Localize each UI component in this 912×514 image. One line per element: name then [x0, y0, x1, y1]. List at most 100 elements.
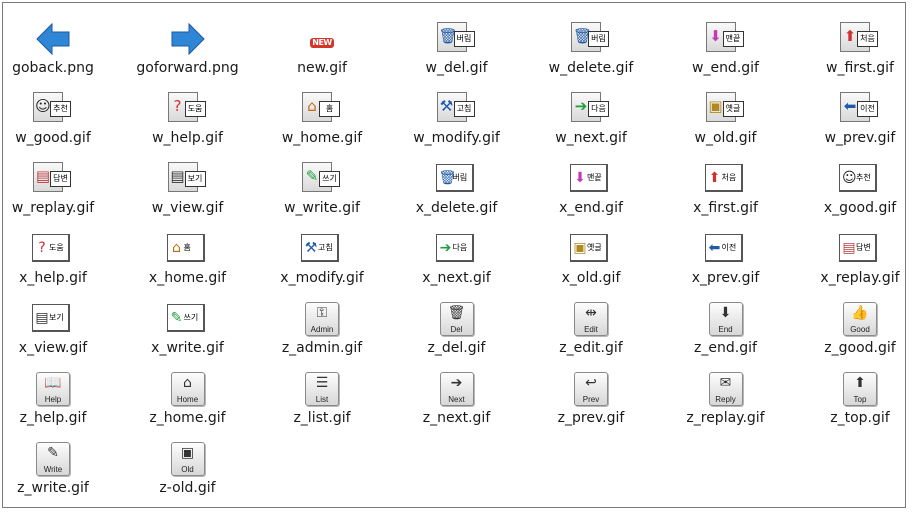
file-name-label: new.gif — [297, 60, 347, 76]
file-item[interactable]: 👍 Good z_good.gif — [795, 300, 912, 370]
question-icon: ? 도움 — [164, 90, 212, 128]
file-name-label: x_first.gif — [693, 200, 758, 216]
file-item[interactable]: ▤ 답변 x_replay.gif — [795, 230, 912, 300]
file-item[interactable]: ⬇ 맨끝 w_end.gif — [661, 20, 791, 90]
file-name-label: z_next.gif — [422, 410, 491, 426]
document-icon: ▤ 보기 — [164, 160, 212, 198]
arrow-up-icon: ⬆ 처음 — [836, 20, 884, 58]
file-name-label: z_top.gif — [830, 410, 890, 426]
file-name-label: z-old.gif — [159, 480, 216, 496]
file-item[interactable]: ✉ Reply z_replay.gif — [661, 370, 791, 440]
file-name-label: x_old.gif — [561, 270, 621, 286]
file-item[interactable]: ▣ Old z-old.gif — [123, 440, 253, 510]
file-item[interactable]: ⚒ 고침 x_modify.gif — [257, 230, 387, 300]
arrow-left-icon: ⬅ 이전 — [836, 90, 884, 128]
file-item[interactable]: ⚒ 고침 w_modify.gif — [392, 90, 522, 160]
file-name-label: w_delete.gif — [548, 60, 634, 76]
file-item[interactable]: ⬆ 처음 w_first.gif — [795, 20, 912, 90]
file-item[interactable]: ⬅ 이전 w_prev.gif — [795, 90, 912, 160]
file-item[interactable]: NEW new.gif — [257, 20, 387, 90]
file-item[interactable]: ➔ 다음 x_next.gif — [392, 230, 522, 300]
file-item[interactable]: ☺ 추천 x_good.gif — [795, 160, 912, 230]
pencil-icon: ✎ 쓰기 — [298, 160, 346, 198]
file-item[interactable]: ? 도움 w_help.gif — [123, 90, 253, 160]
document-icon: ▤ 보기 — [29, 300, 77, 338]
file-name-label: w_first.gif — [826, 60, 894, 76]
file-item[interactable]: 🗑 버림 w_del.gif — [392, 20, 522, 90]
file-item[interactable]: ⬆ 처음 x_first.gif — [661, 160, 791, 230]
file-name-label: w_prev.gif — [824, 130, 896, 146]
back-arrow-icon — [29, 20, 77, 58]
file-name-label: x_end.gif — [559, 200, 623, 216]
file-item[interactable]: ⬇ 맨끝 x_end.gif — [526, 160, 656, 230]
house-icon: ⌂ 홈 — [298, 90, 346, 128]
folder-icon: ▣ 옛글 — [567, 230, 615, 268]
edit-icon: ⇹ Edit — [567, 300, 615, 338]
file-name-label: w_old.gif — [694, 130, 757, 146]
file-item[interactable]: ▣ 옛글 x_old.gif — [526, 230, 656, 300]
file-name-label: w_view.gif — [151, 200, 224, 216]
file-item[interactable]: ⚿ Admin z_admin.gif — [257, 300, 387, 370]
file-name-label: x_prev.gif — [691, 270, 760, 286]
file-item[interactable]: ? 도움 x_help.gif — [0, 230, 118, 300]
file-item[interactable]: ✎ 쓰기 w_write.gif — [257, 160, 387, 230]
file-item[interactable]: 🗑 Del z_del.gif — [392, 300, 522, 370]
file-item[interactable]: ⬇ End z_end.gif — [661, 300, 791, 370]
person-icon: ☺ 추천 — [29, 90, 77, 128]
file-item[interactable]: ⌂ 홈 x_home.gif — [123, 230, 253, 300]
file-item[interactable]: ↩ Prev z_prev.gif — [526, 370, 656, 440]
file-name-label: goback.png — [12, 60, 94, 76]
file-item[interactable]: 🗑 버림 x_delete.gif — [392, 160, 522, 230]
file-name-label: x_replay.gif — [820, 270, 900, 286]
file-item[interactable]: ☺ 추천 w_good.gif — [0, 90, 118, 160]
wrench-icon: ⚒ 고침 — [298, 230, 346, 268]
book-icon: 📖 Help — [29, 370, 77, 408]
file-name-label: w_home.gif — [281, 130, 363, 146]
file-item[interactable]: 🗑 버림 w_delete.gif — [526, 20, 656, 90]
file-item[interactable]: ⇹ Edit z_edit.gif — [526, 300, 656, 370]
file-item[interactable]: ▤ 보기 x_view.gif — [0, 300, 118, 370]
file-name-label: w_replay.gif — [11, 200, 95, 216]
file-item[interactable]: ▤ 답변 w_replay.gif — [0, 160, 118, 230]
person-icon: ☺ 추천 — [836, 160, 884, 198]
arrow-left-icon: ⬅ 이전 — [702, 230, 750, 268]
file-item[interactable]: ⬅ 이전 x_prev.gif — [661, 230, 791, 300]
file-item[interactable]: ➔ 다음 w_next.gif — [526, 90, 656, 160]
house-icon: ⌂ 홈 — [164, 230, 212, 268]
file-item[interactable]: goforward.png — [123, 20, 253, 90]
file-item[interactable]: 📖 Help z_help.gif — [0, 370, 118, 440]
file-item[interactable]: ✎ Write z_write.gif — [0, 440, 118, 510]
file-name-label: x_home.gif — [148, 270, 227, 286]
file-name-label: w_end.gif — [692, 60, 759, 76]
file-name-label: z_edit.gif — [559, 340, 623, 356]
trash-icon: 🗑 버림 — [433, 160, 481, 198]
new-badge-icon: NEW — [310, 38, 334, 48]
file-name-label: z_list.gif — [293, 410, 351, 426]
file-item[interactable]: ▣ 옛글 w_old.gif — [661, 90, 791, 160]
file-item[interactable]: ⌂ Home z_home.gif — [123, 370, 253, 440]
file-name-label: w_modify.gif — [413, 130, 500, 146]
file-item[interactable]: ✎ 쓰기 x_write.gif — [123, 300, 253, 370]
thumbs-up-icon: 👍 Good — [836, 300, 884, 338]
arrow-down-icon: ⬇ End — [702, 300, 750, 338]
arrow-up-icon: ⬆ Top — [836, 370, 884, 408]
file-name-label: x_help.gif — [19, 270, 87, 286]
file-item[interactable]: ▤ 보기 w_view.gif — [123, 160, 253, 230]
file-name-label: z_help.gif — [19, 410, 87, 426]
file-name-label: w_del.gif — [425, 60, 488, 76]
file-item[interactable]: ➔ Next z_next.gif — [392, 370, 522, 440]
wrench-icon: ⚒ 고침 — [433, 90, 481, 128]
file-item[interactable]: ☰ List z_list.gif — [257, 370, 387, 440]
file-name-label: goforward.png — [136, 60, 239, 76]
arrow-back-icon: ↩ Prev — [567, 370, 615, 408]
question-icon: ? 도움 — [29, 230, 77, 268]
folder-icon: ▣ 옛글 — [702, 90, 750, 128]
file-item[interactable]: ⌂ 홈 w_home.gif — [257, 90, 387, 160]
file-name-label: x_good.gif — [823, 200, 897, 216]
trash-icon: 🗑 버림 — [567, 20, 615, 58]
file-name-label: x_next.gif — [422, 270, 491, 286]
file-item[interactable]: goback.png — [0, 20, 118, 90]
folder-icon: ▣ Old — [164, 440, 212, 478]
file-name-label: z_home.gif — [149, 410, 226, 426]
file-item[interactable]: ⬆ Top z_top.gif — [795, 370, 912, 440]
